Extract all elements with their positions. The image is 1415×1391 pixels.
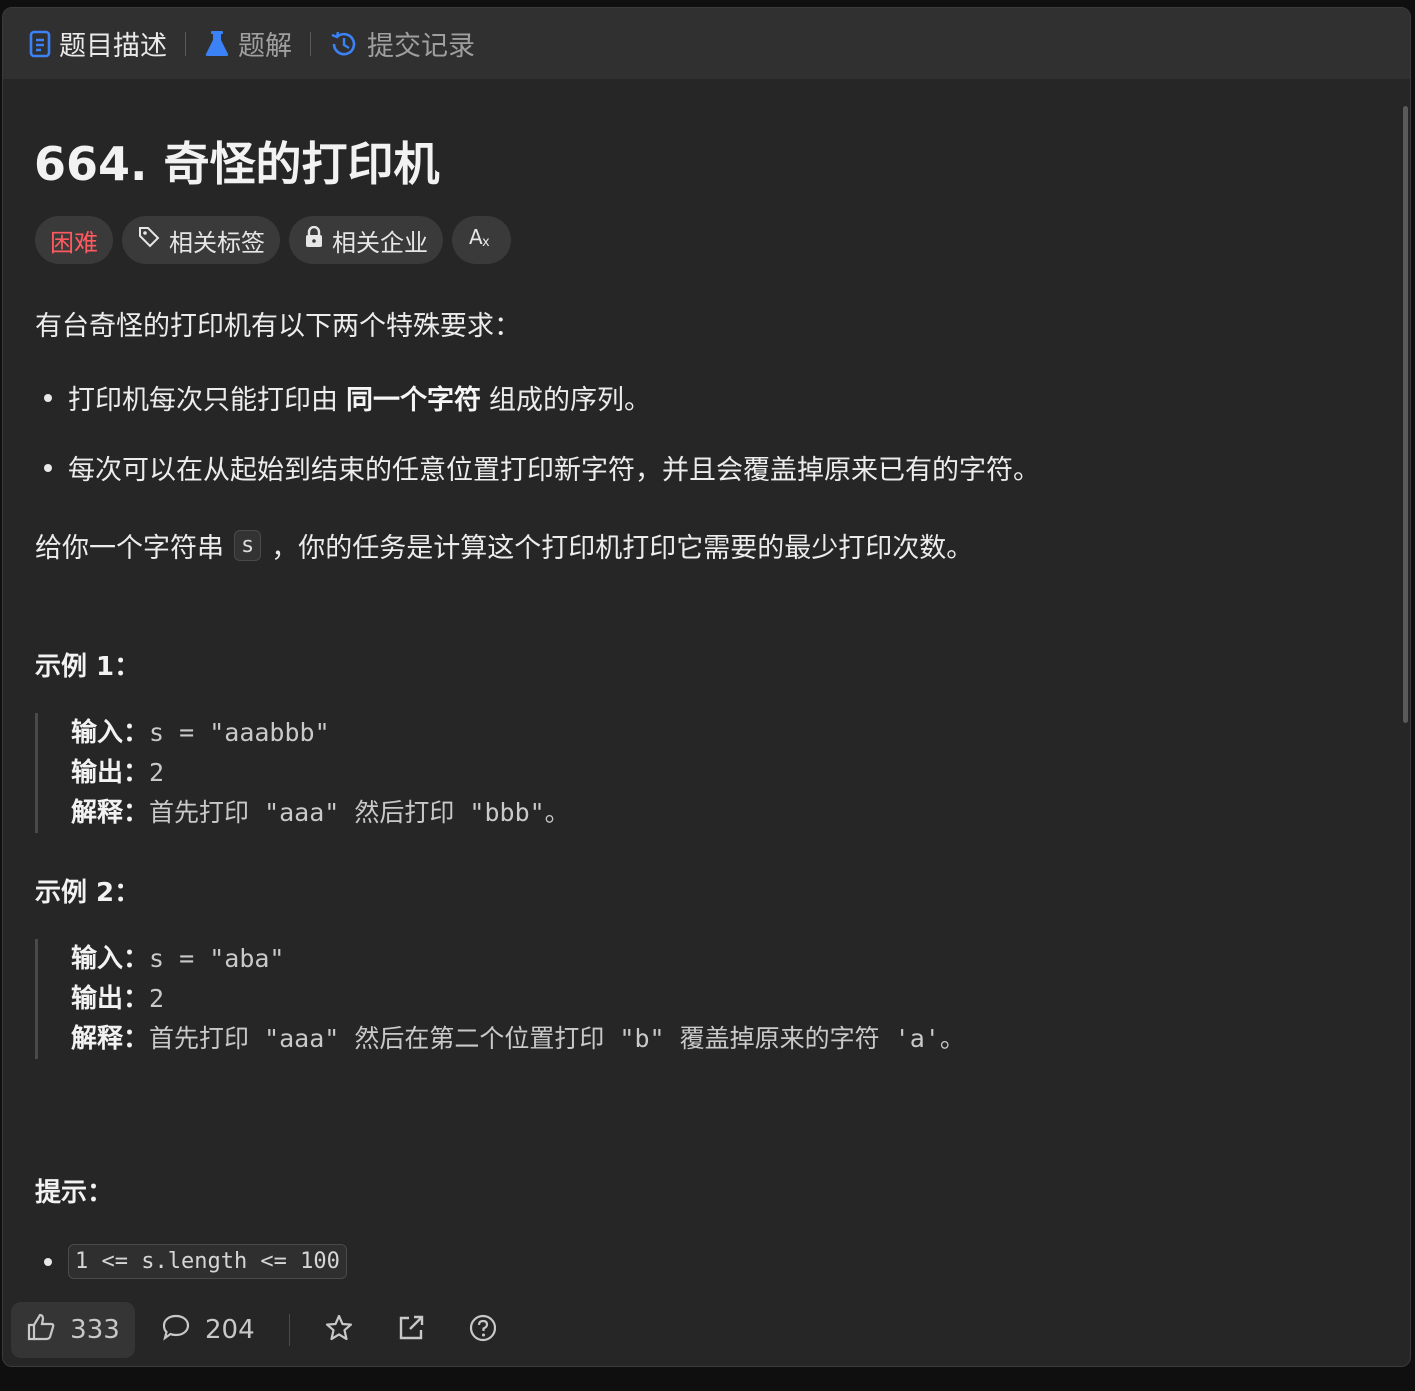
rule-item: 每次可以在从起始到结束的任意位置打印新字符，并且会覆盖掉原来已有的字符。 — [44, 448, 1040, 487]
example-explanation: 解释：首先打印 "aaa" 然后打印 "bbb"。 — [71, 793, 935, 833]
toolbar-divider — [288, 1314, 290, 1346]
input-value: s = "aba" — [149, 944, 285, 973]
thumbs-up-icon — [26, 1312, 56, 1349]
like-count: 333 — [70, 1315, 120, 1345]
task-text: 给你一个字符串 s ，你的任务是计算这个打印机打印它需要的最少打印次数。 — [35, 526, 973, 565]
tab-description-label: 题目描述 — [59, 31, 167, 62]
comment-count: 204 — [205, 1315, 255, 1345]
related-tags-button[interactable]: 相关标签 — [122, 216, 280, 264]
tab-description[interactable]: 题目描述 — [29, 24, 167, 63]
related-tags-label: 相关标签 — [169, 228, 265, 257]
svg-text:x: x — [482, 235, 490, 250]
output-label: 输出： — [71, 984, 150, 1014]
constraint-code: 1 <= s.length <= 100 — [68, 1244, 347, 1279]
output-value: 2 — [149, 758, 165, 787]
tab-solutions-label: 题解 — [238, 31, 292, 62]
constraint-item: 1 <= s.length <= 100 — [44, 1244, 347, 1279]
difficulty-label: 困难 — [50, 228, 98, 257]
rule-item: 打印机每次只能打印由 同一个字符 组成的序列。 — [44, 378, 651, 417]
input-label: 输入： — [71, 718, 150, 748]
favorite-button[interactable] — [318, 1309, 360, 1351]
scrollbar[interactable] — [1403, 106, 1408, 723]
difficulty-badge: 困难 — [35, 216, 113, 264]
problem-intro: 有台奇怪的打印机有以下两个特殊要求： — [35, 311, 521, 342]
related-companies-label: 相关企业 — [332, 228, 428, 257]
example-title: 示例 1： — [35, 652, 141, 682]
explain-label: 解释： — [71, 798, 150, 828]
bullet-dot — [44, 393, 52, 402]
bullet-dot — [44, 1257, 52, 1266]
rule1-after: 组成的序列。 — [489, 385, 651, 416]
input-value: s = "aaabbb" — [149, 718, 330, 747]
star-icon — [324, 1313, 354, 1347]
tab-bar: 题目描述 题解 提交记录 — [3, 8, 1410, 79]
problem-title[interactable]: 664. 奇怪的打印机 — [34, 128, 440, 194]
related-companies-button[interactable]: 相关企业 — [289, 216, 443, 264]
rule2-text: 每次可以在从起始到结束的任意位置打印新字符，并且会覆盖掉原来已有的字符。 — [68, 455, 1040, 486]
external-link-icon — [396, 1313, 426, 1347]
bullet-dot — [44, 463, 52, 472]
inline-code: s — [234, 530, 262, 561]
explain-value: 首先打印 "aaa" 然后在第二个位置打印 "b" 覆盖掉原来的字符 'a'。 — [149, 1024, 965, 1053]
share-button[interactable] — [390, 1309, 432, 1351]
example-input: 输入：s = "aaabbb" — [71, 713, 935, 753]
help-button[interactable] — [462, 1309, 504, 1351]
problem-chips: 困难 相关标签 相关企业 Ax — [35, 216, 511, 264]
tab-solutions[interactable]: 题解 — [204, 24, 292, 63]
flask-icon — [204, 30, 230, 58]
example-block: 输入：s = "aaabbb" 输出：2 解释：首先打印 "aaa" 然后打印 … — [35, 713, 935, 833]
explain-label: 解释： — [71, 1024, 150, 1054]
lock-icon — [304, 225, 324, 254]
rule1-bold: 同一个字符 — [346, 385, 481, 416]
comment-icon — [161, 1313, 191, 1348]
bottom-toolbar: 333 204 — [3, 1294, 1410, 1366]
hints-title: 提示： — [35, 1178, 114, 1208]
translate-button[interactable]: Ax — [452, 216, 511, 264]
svg-text:A: A — [469, 225, 483, 249]
tab-submissions-label: 提交记录 — [367, 31, 475, 62]
task-after: ，你的任务是计算这个打印机打印它需要的最少打印次数。 — [271, 533, 974, 564]
example-block: 输入：s = "aba" 输出：2 解释：首先打印 "aaa" 然后在第二个位置… — [35, 939, 965, 1059]
example-explanation: 解释：首先打印 "aaa" 然后在第二个位置打印 "b" 覆盖掉原来的字符 'a… — [71, 1019, 965, 1059]
example-output: 输出：2 — [71, 979, 935, 1019]
comments-button[interactable]: 204 — [161, 1313, 255, 1348]
tab-divider — [310, 31, 311, 56]
explain-value: 首先打印 "aaa" 然后打印 "bbb"。 — [149, 798, 570, 827]
question-icon — [468, 1313, 498, 1347]
rule1-before: 打印机每次只能打印由 — [68, 385, 338, 416]
output-value: 2 — [149, 984, 165, 1013]
output-label: 输出： — [71, 758, 150, 788]
tab-submissions[interactable]: 提交记录 — [329, 24, 475, 63]
like-button[interactable]: 333 — [11, 1302, 135, 1358]
tag-icon — [137, 225, 161, 255]
history-icon — [329, 29, 359, 59]
task-before: 给你一个字符串 — [35, 533, 224, 564]
problem-panel: 题目描述 题解 提交记录 664. 奇怪的打印机 困难 相关标签 相关企业 A … — [2, 7, 1411, 1367]
example-input: 输入：s = "aba" — [71, 939, 935, 979]
tab-divider — [185, 31, 186, 56]
description-icon — [29, 30, 51, 58]
example-output: 输出：2 — [71, 753, 935, 793]
translate-icon: Ax — [468, 224, 496, 256]
example-title: 示例 2： — [35, 878, 141, 908]
input-label: 输入： — [71, 944, 150, 974]
